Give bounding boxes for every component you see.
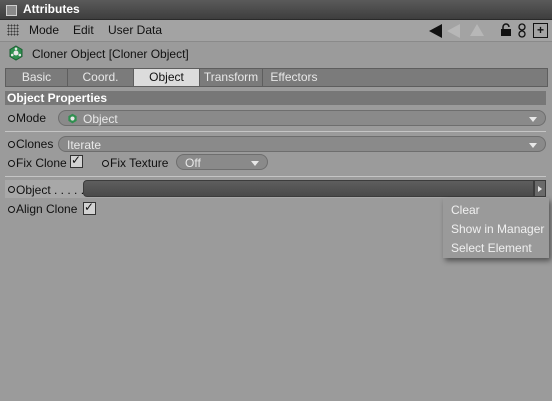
tab-bar: Basic Coord. Object Transform Effectors bbox=[5, 68, 548, 87]
checkmark-icon: ✓ bbox=[84, 200, 95, 214]
chevron-down-icon bbox=[529, 117, 537, 122]
menu-edit[interactable]: Edit bbox=[73, 23, 94, 37]
chevron-down-icon bbox=[529, 143, 537, 148]
window-menu-icon[interactable] bbox=[6, 5, 17, 16]
object-title: Cloner Object [Cloner Object] bbox=[32, 47, 189, 61]
window-title: Attributes bbox=[23, 2, 80, 16]
mode-value: Object bbox=[83, 112, 118, 126]
tab-transform[interactable]: Transform bbox=[200, 69, 263, 86]
fix-clone-animate-dot[interactable] bbox=[8, 160, 15, 167]
back-arrow-icon[interactable] bbox=[429, 24, 442, 38]
new-panel-icon[interactable]: + bbox=[533, 23, 548, 38]
title-bar: Attributes bbox=[0, 0, 552, 20]
object-label: Object . . . . . bbox=[16, 183, 85, 197]
object-mode-icon bbox=[68, 113, 77, 124]
clones-value: Iterate bbox=[67, 138, 102, 152]
clones-dropdown[interactable]: Iterate bbox=[58, 136, 546, 152]
tab-coord[interactable]: Coord. bbox=[68, 69, 134, 86]
align-clone-label: Align Clone bbox=[16, 202, 78, 216]
context-menu-show-in-manager[interactable]: Show in Manager bbox=[451, 222, 544, 236]
grip-icon[interactable] bbox=[7, 24, 19, 36]
mode-dropdown[interactable]: Object bbox=[58, 110, 546, 126]
lock-icon[interactable] bbox=[500, 23, 512, 37]
context-menu-select-element[interactable]: Select Element bbox=[451, 241, 532, 255]
align-clone-animate-dot[interactable] bbox=[8, 206, 15, 213]
clones-animate-dot[interactable] bbox=[8, 141, 15, 148]
cloner-icon bbox=[9, 45, 23, 61]
object-link-menu-button[interactable] bbox=[534, 180, 546, 197]
up-arrow-icon[interactable] bbox=[470, 24, 484, 36]
mode-animate-dot[interactable] bbox=[8, 115, 15, 122]
fix-clone-checkbox[interactable]: ✓ bbox=[70, 153, 83, 168]
tab-basic[interactable]: Basic bbox=[6, 69, 68, 86]
tab-effectors[interactable]: Effectors bbox=[263, 69, 325, 86]
checkmark-icon: ✓ bbox=[71, 153, 82, 167]
fix-texture-value: Off bbox=[185, 156, 201, 170]
fix-texture-animate-dot[interactable] bbox=[102, 160, 109, 167]
dots-icon[interactable] bbox=[517, 23, 527, 38]
divider bbox=[5, 176, 546, 177]
fix-clone-label: Fix Clone bbox=[16, 156, 67, 170]
section-object-properties: Object Properties bbox=[5, 91, 546, 105]
menu-bar: Mode Edit User Data + bbox=[0, 20, 552, 42]
fix-texture-label: Fix Texture bbox=[110, 156, 169, 170]
chevron-right-icon bbox=[538, 186, 542, 192]
chevron-down-icon bbox=[251, 161, 259, 166]
forward-arrow-icon[interactable] bbox=[447, 24, 460, 38]
object-animate-dot[interactable] bbox=[8, 186, 15, 193]
context-menu-clear[interactable]: Clear bbox=[451, 203, 480, 217]
object-link-field[interactable] bbox=[83, 180, 534, 197]
clones-label: Clones bbox=[16, 137, 54, 151]
tab-object[interactable]: Object bbox=[134, 69, 200, 86]
menu-user-data[interactable]: User Data bbox=[108, 23, 162, 37]
fix-texture-dropdown[interactable]: Off bbox=[176, 154, 268, 170]
context-menu: Clear Show in Manager Select Element bbox=[443, 198, 549, 258]
mode-label: Mode bbox=[16, 111, 47, 125]
menu-mode[interactable]: Mode bbox=[29, 23, 59, 37]
align-clone-checkbox[interactable]: ✓ bbox=[83, 200, 96, 215]
divider bbox=[5, 131, 546, 132]
